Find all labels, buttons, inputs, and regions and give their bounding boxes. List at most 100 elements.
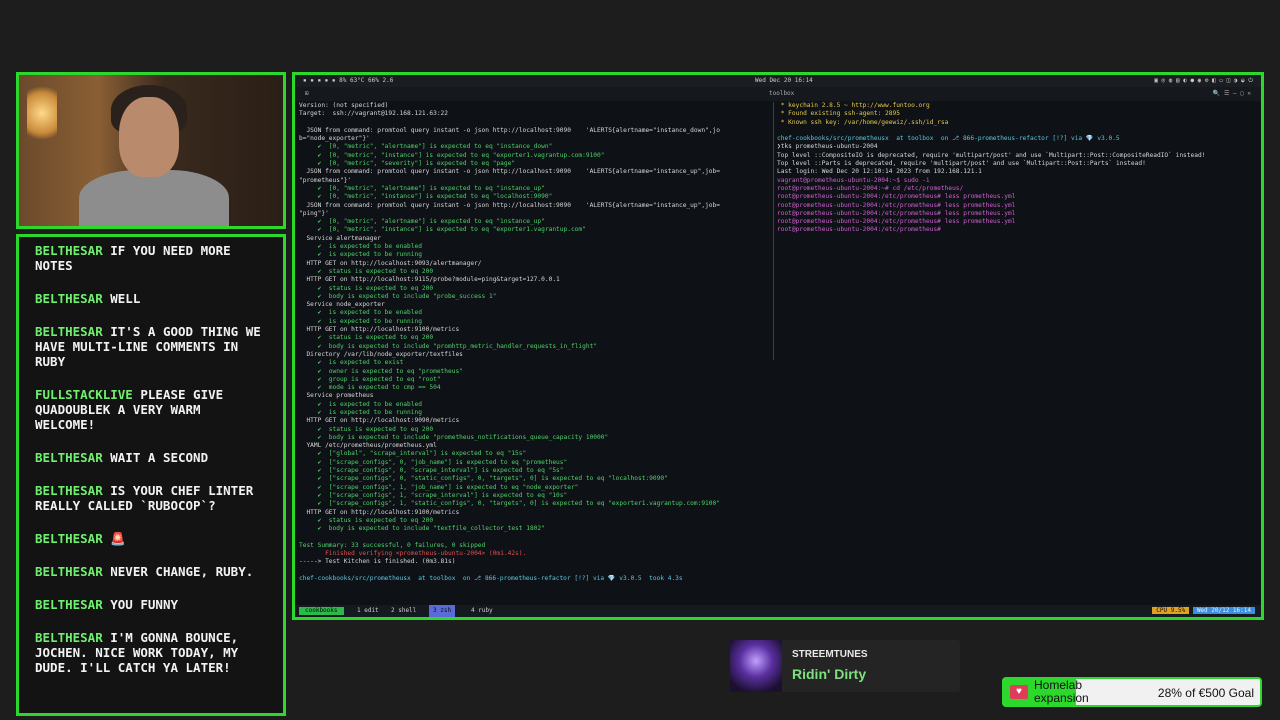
webcam-feed (16, 72, 286, 229)
chat-username: BELTHESAR (35, 597, 103, 612)
chat-message: BELTHESAR WAIT A SECOND (35, 450, 267, 465)
chat-username: BELTHESAR (35, 324, 103, 339)
terminal-line: ✔ is expected to be running (299, 251, 422, 259)
lamp (27, 83, 57, 143)
now-playing-widget: STREEMTUNES Ridin' Dirty (730, 640, 960, 692)
terminal-line: ✔ owner is expected to eq "prometheus" (299, 367, 463, 375)
terminal-line: ✔ status is expected to eq 200 (299, 267, 434, 275)
chat-text: WAIT A SECOND (102, 450, 209, 465)
chat-message: BELTHESAR YOU FUNNY (35, 597, 267, 612)
terminal-line: Test Summary: 33 successful, 0 failures,… (299, 541, 486, 549)
terminal-line: ✔ ["scrape_configs", 0, "job_name"] is e… (299, 458, 568, 466)
terminal-line: ✔ [0, "metric", "instance"] is expected … (299, 226, 586, 234)
status-datetime: Wed 20/12 16:14 (1192, 607, 1255, 614)
terminal-line: ✔ mode is expected to cmp == 504 (299, 384, 441, 392)
terminal-line: ✔ [0, "metric", "instance"] is expected … (299, 151, 605, 159)
terminal-line: Top level ::Parts is deprecated, require… (777, 160, 1146, 168)
terminal-line: HTTP GET on http://localhost:9100/metric… (299, 508, 460, 516)
terminal-line: ✔ ["scrape_configs", 0, "scrape_interval… (299, 467, 564, 475)
terminal-line: Finished verifying <prometheus-ubuntu-20… (299, 550, 527, 558)
terminal-line: "prometheus"}' (299, 176, 352, 184)
terminal-line: Directory /var/lib/node_exporter/textfil… (299, 350, 463, 358)
terminal-line: ✔ [0, "metric", "alertname"] is expected… (299, 143, 553, 151)
terminal-line: -----> Test Kitchen is finished. (0m3.81… (299, 558, 456, 566)
system-bar: ▪ ▪ ▪ ▪ ▪ 8% 63°C 66% 2.6 Wed Dec 20 16:… (295, 75, 1261, 87)
terminal-line: ✔ status is expected to eq 200 (299, 334, 434, 342)
terminal-line: chef-cookbooks/src/prometheusx at toolbo… (299, 574, 683, 582)
tray-icons: ▣ ◎ ◍ ▤ ◐ ● ◉ ⚙ ◧ ▭ ◫ ◑ ◒ ⏻ (1154, 77, 1253, 84)
donation-goal-widget: ♥ Homelab expansion 28% of €500 Goal (1002, 677, 1262, 707)
terminal-line: ✔ [0, "metric", "instance"] is expected … (299, 193, 553, 201)
terminal-line: ✔ is expected to be running (299, 408, 422, 416)
terminal-line: * keychain 2.8.5 ~ http://www.funtoo.org (777, 102, 930, 109)
window-title: toolbox (769, 90, 795, 97)
person-face (119, 97, 179, 177)
chat-username: BELTHESAR (35, 564, 103, 579)
terminal-line: ✔ body is expected to include "prometheu… (299, 433, 609, 441)
terminal-line: ✔ ["scrape_configs", 1, "scrape_interval… (299, 491, 568, 499)
terminal-line: * Known ssh key: /var/home/geewiz/.ssh/i… (777, 118, 949, 126)
terminal-line: ✔ status is expected to eq 200 (299, 516, 434, 524)
window-titlebar: ⊞ toolbox 🔍 ☰ – ▢ ✕ (295, 87, 1261, 101)
pane-divider[interactable] (773, 102, 774, 360)
terminal-line: ✔ ["global", "scrape_interval"] is expec… (299, 450, 527, 458)
terminal-line: HTTP GET on http://localhost:9093/alertm… (299, 259, 482, 267)
terminal-line: ❯tks prometheus-ubuntu-2004 (777, 143, 878, 151)
system-clock: Wed Dec 20 16:14 (755, 77, 813, 84)
song-title: Ridin' Dirty (792, 666, 867, 682)
tmux-tab[interactable]: 1 edit (357, 605, 379, 617)
terminal-pane-left[interactable]: Version: (not specified) Target: ssh://va… (299, 102, 771, 582)
chat-message: FULLSTACKLIVE PLEASE GIVE QUADOUBLEK A V… (35, 387, 267, 432)
terminal-line: ✔ status is expected to eq 200 (299, 284, 434, 292)
terminal-line: HTTP GET on http://localhost:9115/probe?… (299, 276, 560, 284)
tmux-status-bar: cookbooks 1 edit 2 shell 3 zsh 4 ruby CPU 9… (295, 605, 1261, 617)
tmux-tab[interactable]: 4 ruby (471, 605, 493, 617)
terminal-line: * Found existing ssh-agent: 2895 (777, 110, 900, 118)
terminal-line: ✔ ["scrape_configs", 1, "job_name"] is e… (299, 483, 579, 491)
chat-message: BELTHESAR I'M GONNA BOUNCE, JOCHEN. NICE… (35, 630, 267, 675)
terminal-line: ✔ [0, "metric", "alertname"] is expected… (299, 218, 545, 226)
terminal-line: ✔ body is expected to include "promhttp_… (299, 342, 598, 350)
terminal-line: ✔ body is expected to include "textfile_… (299, 525, 545, 533)
chat-text: WELL (102, 291, 141, 306)
terminal-line: HTTP GET on http://localhost:9090/metric… (299, 417, 460, 425)
session-name: cookbooks (299, 607, 344, 615)
terminal-screen: ▪ ▪ ▪ ▪ ▪ 8% 63°C 66% 2.6 Wed Dec 20 16:… (292, 72, 1264, 620)
terminal-line: root@prometheus-ubuntu-2004:/etc/prometh… (777, 218, 1016, 226)
chat-username: FULLSTACKLIVE (35, 387, 133, 402)
tmux-tab[interactable]: 2 shell (391, 605, 416, 617)
chat-message: BELTHESAR IS YOUR CHEF LINTER REALLY CAL… (35, 483, 267, 513)
chat-text: YOU FUNNY (102, 597, 178, 612)
terminal-line: ✔ is expected to be enabled (299, 243, 422, 251)
terminal-line: Target: ssh://vagrant@192.168.121.63:22 (299, 110, 449, 118)
chat-username: BELTHESAR (35, 483, 103, 498)
terminal-line: ✔ ["scrape_configs", 0, "static_configs"… (299, 475, 668, 483)
chat-message: BELTHESAR IT'S A GOOD THING WE HAVE MULT… (35, 324, 267, 369)
terminal-line: JSON from command: promtool query instan… (299, 126, 720, 134)
chat-message: BELTHESAR IF YOU NEED MORE NOTES (35, 243, 267, 273)
chat-message: BELTHESAR 🚨 (35, 531, 267, 546)
terminal-pane-right[interactable]: * keychain 2.8.5 ~ http://www.funtoo.org… (777, 102, 1263, 282)
terminal-line: ✔ is expected to exist (299, 359, 404, 367)
terminal-line: Top level ::CompositeIO is deprecated, r… (777, 151, 1206, 159)
chat-message: BELTHESAR WELL (35, 291, 267, 306)
terminal-line: ✔ [0, "metric", "severity"] is expected … (299, 160, 516, 168)
new-tab-icon[interactable]: ⊞ (305, 87, 309, 101)
terminal-line: vagrant@prometheus-ubuntu-2004:~$ sudo -… (777, 176, 930, 184)
terminal-line: root@prometheus-ubuntu-2004:/etc/prometh… (777, 193, 1016, 201)
heart-icon: ♥ (1010, 685, 1028, 699)
terminal-line: Last login: Wed Dec 20 12:10:14 2023 fro… (777, 168, 982, 176)
chat-panel: BELTHESAR IF YOU NEED MORE NOTES BELTHESA… (16, 234, 286, 716)
goal-title: Homelab expansion (1034, 678, 1089, 705)
status-right: CPU 9.5% Wed 20/12 16:14 (1152, 607, 1255, 615)
tmux-tab[interactable]: 3 zsh (429, 605, 456, 617)
chat-text: 🚨 (102, 531, 126, 546)
cpu-status: CPU 9.5% (1152, 607, 1190, 614)
terminal-line: ✔ body is expected to include "probe_suc… (299, 292, 497, 300)
window-controls[interactable]: 🔍 ☰ – ▢ ✕ (1213, 87, 1251, 101)
terminal-line: chef-cookbooks/src/prometheusx at toolbo… (777, 135, 1120, 143)
chat-text: NEVER CHANGE, RUBY. (102, 564, 254, 579)
